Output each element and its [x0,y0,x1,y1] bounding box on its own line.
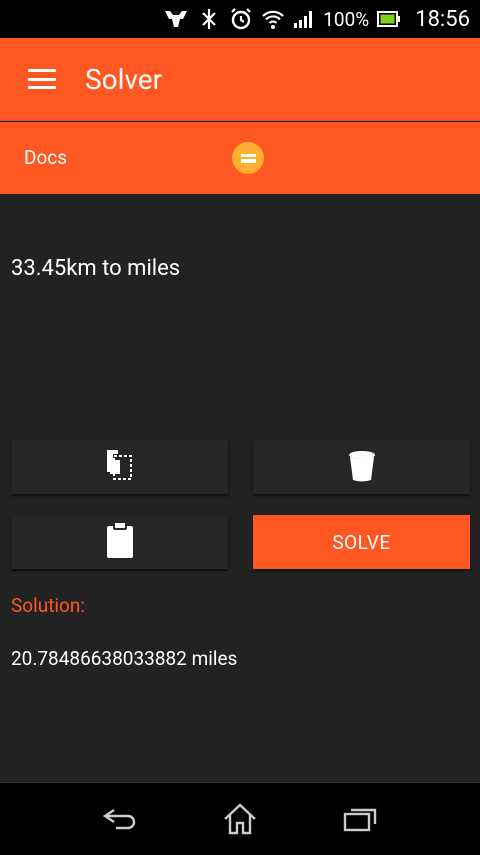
bluetooth-off-icon [197,7,221,31]
signal-icon [293,9,315,29]
solution-value: 20.78486638033882 miles [11,647,238,670]
back-icon[interactable] [100,801,140,837]
app-title: Solver [85,62,163,96]
paste-button[interactable] [11,515,228,569]
battery-percent: 100% [323,7,370,31]
status-bar: 100% 18:56 [0,0,480,38]
app-bar: Solver [0,38,480,121]
battery-icon [377,10,401,28]
solve-button[interactable]: SOLVE [253,515,470,569]
copy-icon [104,447,136,487]
navigation-bar [0,782,480,855]
wifi-icon [261,8,285,30]
notification-icon [163,9,189,29]
hamburger-menu-icon[interactable] [28,69,56,89]
delete-button[interactable] [253,440,470,494]
copy-button[interactable] [11,440,228,494]
trash-icon [347,447,377,487]
alarm-icon [229,7,253,31]
recents-icon[interactable] [340,801,380,837]
clipboard-icon [105,521,135,563]
tab-docs[interactable]: Docs [24,146,67,169]
equals-icon[interactable] [232,142,264,174]
clock: 18:56 [415,6,470,32]
home-icon[interactable] [220,801,260,837]
query-text[interactable]: 33.45km to miles [11,256,180,281]
solution-label: Solution: [11,594,85,617]
